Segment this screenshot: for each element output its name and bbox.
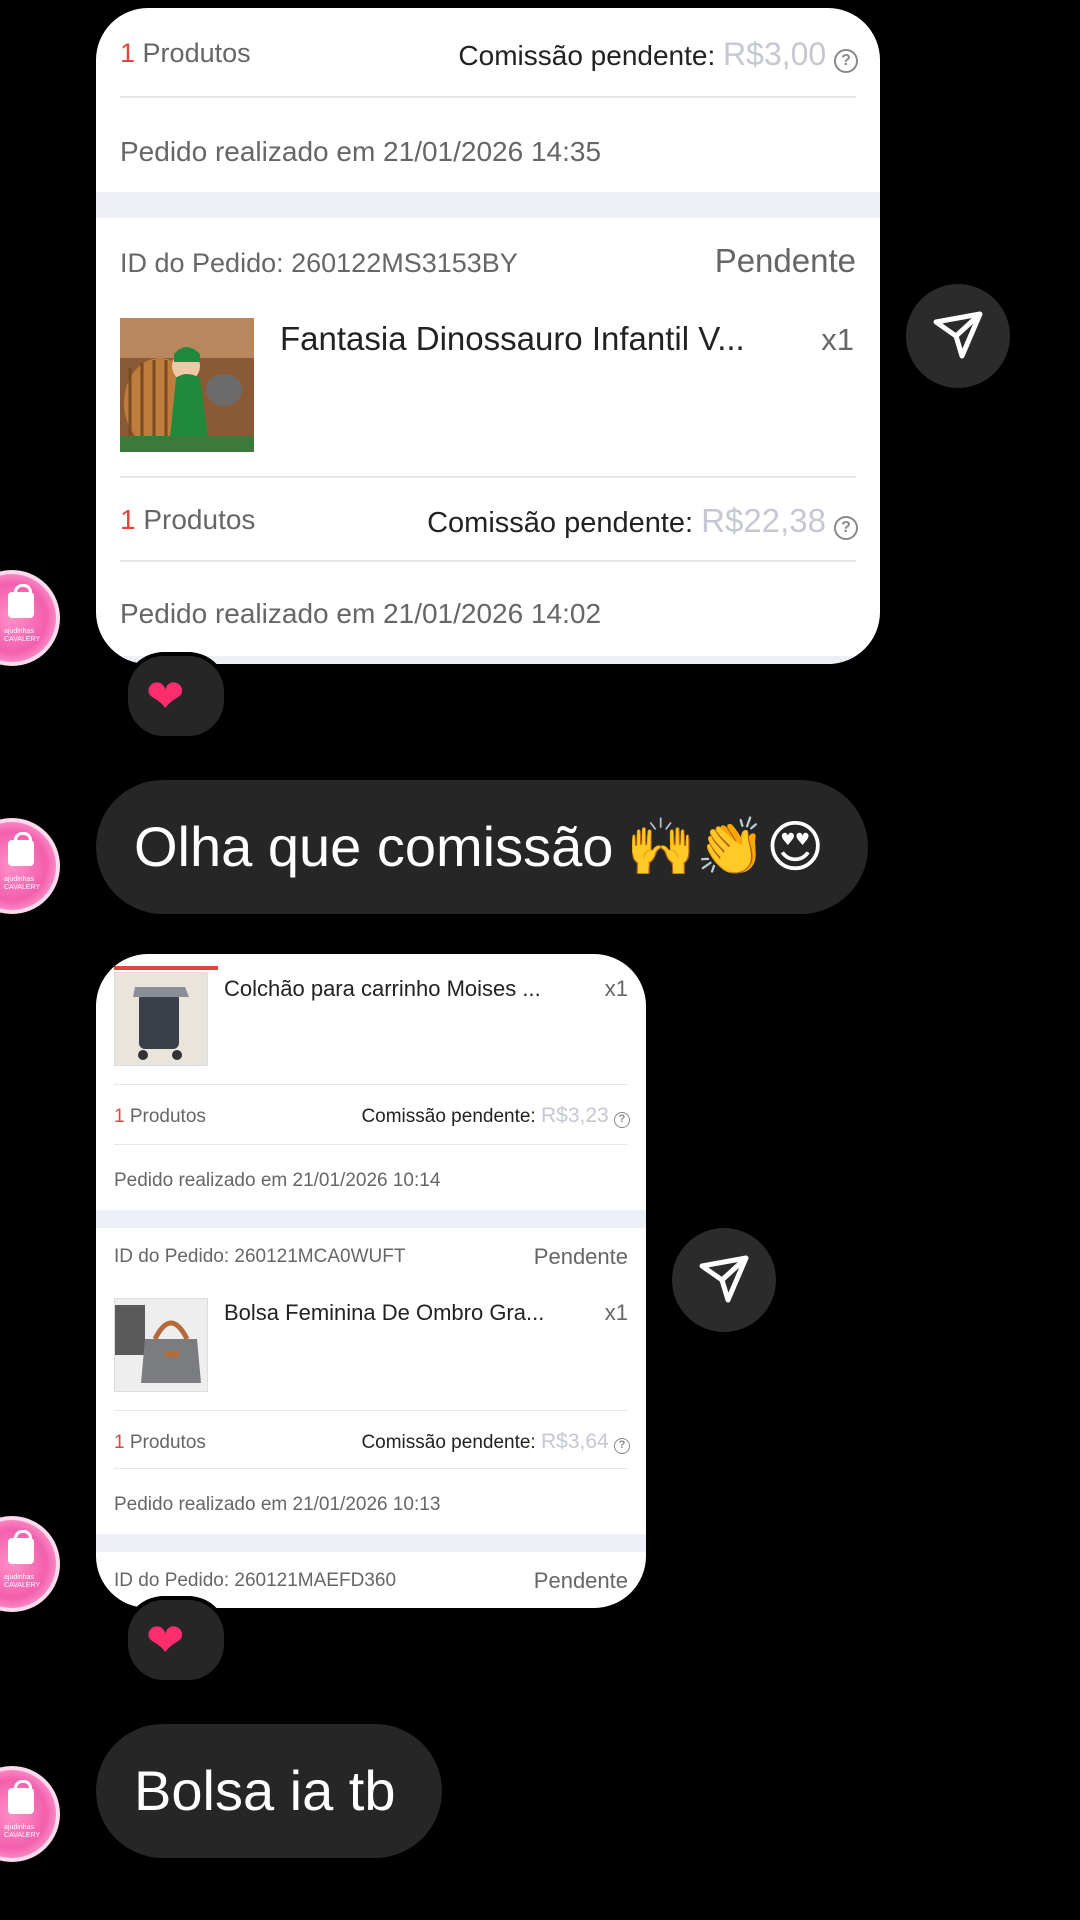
reaction-pill[interactable]: ❤ — [124, 1596, 228, 1684]
divider — [114, 1468, 628, 1469]
qty-label: Produtos — [142, 38, 251, 68]
heart-eyes-emoji: 😍 — [766, 815, 825, 878]
share-button[interactable] — [672, 1228, 776, 1332]
send-icon — [699, 1255, 749, 1303]
message-text: Bolsa ia tb — [134, 1759, 396, 1822]
section-separator — [96, 1534, 646, 1552]
product-thumbnail-mattress — [114, 972, 208, 1066]
avatar[interactable]: ajudinhas CAVALERY — [0, 570, 60, 666]
commission-line: Comissão pendente: R$3,00 ? — [458, 36, 858, 73]
avatar[interactable]: ajudinhas CAVALERY — [0, 1766, 60, 1862]
product-qty: x1 — [604, 1300, 628, 1325]
divider — [114, 1410, 628, 1411]
avatar-caption: ajudinhas CAVALERY — [4, 628, 41, 643]
shopping-bag-icon — [8, 1530, 34, 1564]
commission-value: R$3,64 — [541, 1430, 609, 1453]
shopping-bag-icon — [8, 832, 34, 866]
divider — [114, 1084, 628, 1085]
order-date: Pedido realizado em 21/01/2026 14:02 — [120, 598, 602, 629]
reaction-pill[interactable]: ❤ — [124, 652, 228, 740]
qty-label: Produtos — [143, 504, 256, 535]
qty-label: Produtos — [129, 1106, 206, 1127]
order-status: Pendente — [533, 1244, 628, 1269]
order-id: ID do Pedido: 260121MCA0WUFT — [114, 1246, 406, 1267]
products-count: 1 Produtos — [114, 1432, 206, 1454]
commission-label: Comissão pendente: — [361, 1432, 536, 1453]
clapping-hands-emoji: 👏 — [696, 815, 766, 878]
order-status: Pendente — [533, 1568, 628, 1593]
shared-order-card-1[interactable]: 1 Produtos Comissão pendente: R$3,00 ? P… — [96, 8, 880, 664]
shopping-bag-icon — [8, 584, 34, 618]
question-circle-icon: ? — [834, 49, 858, 73]
product-thumbnail-bag — [114, 1298, 208, 1392]
qty-number: 1 — [114, 1106, 125, 1127]
order-date: Pedido realizado em 21/01/2026 10:14 — [114, 1170, 441, 1191]
send-icon — [933, 311, 983, 359]
heart-icon: ❤ — [146, 670, 185, 722]
commission-value: R$22,38 — [701, 502, 826, 539]
tab-indicator — [114, 966, 218, 970]
raised-hands-emoji: 🙌 — [626, 815, 696, 878]
section-separator — [96, 1210, 646, 1228]
order-date: Pedido realizado em 21/01/2026 10:13 — [114, 1494, 441, 1515]
question-circle-icon: ? — [834, 516, 858, 540]
products-count: 1 Produtos — [120, 504, 255, 536]
avatar-caption: ajudinhas CAVALERY — [4, 876, 41, 891]
commission-label: Comissão pendente: — [458, 40, 716, 71]
message-bubble[interactable]: Bolsa ia tb — [96, 1724, 442, 1858]
qty-number: 1 — [120, 38, 136, 68]
product-title: Colchão para carrinho Moises ... — [224, 976, 541, 1001]
commission-label: Comissão pendente: — [427, 507, 694, 539]
question-circle-icon: ? — [614, 1112, 630, 1128]
commission-line: Comissão pendente: R$22,38 ? — [427, 502, 858, 540]
order-status: Pendente — [714, 242, 856, 279]
question-circle-icon: ? — [614, 1438, 630, 1454]
commission-line: Comissão pendente: R$3,64 ? — [361, 1430, 630, 1454]
commission-value: R$3,00 — [723, 36, 827, 72]
commission-label: Comissão pendente: — [361, 1106, 536, 1127]
qty-label: Produtos — [129, 1432, 206, 1453]
order-date: Pedido realizado em 21/01/2026 14:35 — [120, 136, 602, 167]
order-id: ID do Pedido: 260121MAEFD360 — [114, 1570, 397, 1591]
products-count: 1 Produtos — [120, 38, 251, 69]
divider — [120, 96, 856, 98]
product-title: Bolsa Feminina De Ombro Gra... — [224, 1300, 545, 1325]
message-bubble[interactable]: Olha que comissão 🙌 👏 😍 — [96, 780, 868, 914]
shared-order-card-2[interactable]: Colchão para carrinho Moises ... x1 1 Pr… — [96, 954, 646, 1608]
heart-icon: ❤ — [146, 1614, 185, 1666]
product-thumbnail-dino — [120, 318, 254, 452]
commission-line: Comissão pendente: R$3,23 ? — [361, 1104, 630, 1128]
message-text: Olha que comissão — [134, 815, 614, 878]
qty-number: 1 — [114, 1432, 125, 1453]
order-id: ID do Pedido: 260122MS3153BY — [120, 248, 518, 278]
avatar[interactable]: ajudinhas CAVALERY — [0, 818, 60, 914]
product-qty: x1 — [604, 976, 628, 1001]
divider — [120, 560, 856, 562]
qty-number: 1 — [120, 504, 136, 535]
product-title: Fantasia Dinossauro Infantil V... — [280, 320, 745, 357]
avatar-caption: ajudinhas CAVALERY — [4, 1574, 41, 1589]
share-button[interactable] — [906, 284, 1010, 388]
products-count: 1 Produtos — [114, 1106, 206, 1128]
commission-value: R$3,23 — [541, 1104, 609, 1127]
avatar-caption: ajudinhas CAVALERY — [4, 1824, 41, 1839]
divider — [114, 1144, 628, 1145]
avatar[interactable]: ajudinhas CAVALERY — [0, 1516, 60, 1612]
product-qty: x1 — [821, 322, 854, 357]
section-separator — [96, 192, 880, 218]
divider — [120, 476, 856, 478]
shopping-bag-icon — [8, 1780, 34, 1814]
